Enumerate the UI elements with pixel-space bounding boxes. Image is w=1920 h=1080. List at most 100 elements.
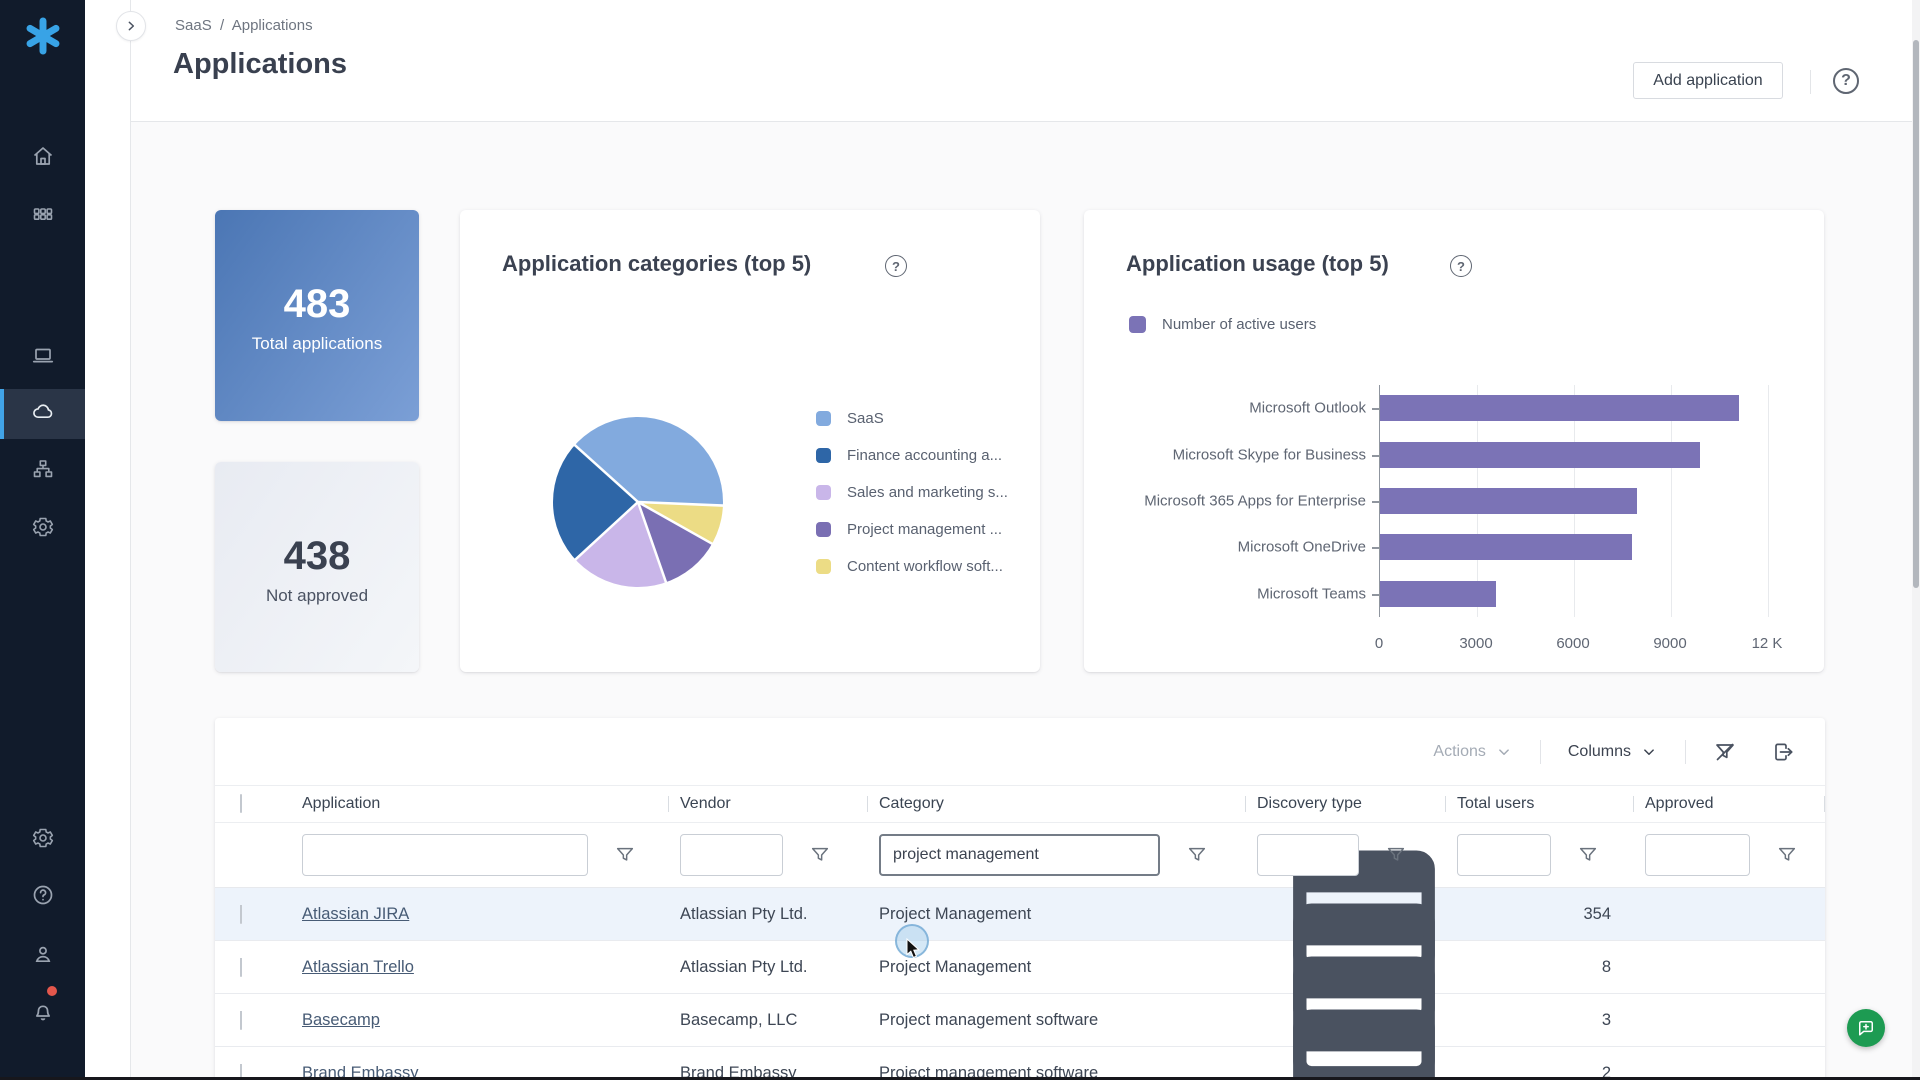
row-checkbox[interactable]	[240, 1011, 242, 1030]
sidebar-item-saas[interactable]	[0, 389, 85, 439]
bar-3[interactable]	[1380, 534, 1632, 560]
axis-tick	[1372, 594, 1379, 596]
gear-icon	[31, 826, 55, 855]
filter-input-application[interactable]	[302, 834, 588, 876]
pie-legend-item[interactable]: SaaS	[816, 400, 1008, 437]
toolbar-divider	[1685, 740, 1686, 764]
bar-0[interactable]	[1380, 395, 1739, 421]
expand-panel-button[interactable]	[116, 11, 146, 41]
bar-1[interactable]	[1380, 442, 1700, 468]
collapsed-subnav-gutter	[85, 0, 131, 1080]
column-header-vendor[interactable]: Vendor	[668, 795, 867, 813]
category-cell: Project Management	[867, 905, 1245, 924]
sidebar	[0, 0, 85, 1080]
bar-help-icon[interactable]: ?	[1450, 255, 1472, 277]
filter-input-vendor[interactable]	[680, 834, 783, 876]
breadcrumb-saas[interactable]: SaaS	[175, 17, 212, 34]
page-help-icon[interactable]: ?	[1833, 68, 1859, 94]
bar-category-label: Microsoft Outlook	[1094, 400, 1366, 417]
row-checkbox[interactable]	[240, 958, 242, 977]
legend-swatch	[816, 448, 831, 463]
table-row[interactable]: Brand EmbassyBrand EmbassyProject manage…	[215, 1047, 1825, 1080]
filter-funnel-icon[interactable]	[1385, 844, 1407, 866]
x-axis-label: 6000	[1556, 635, 1589, 652]
clear-filters-button[interactable]	[1713, 740, 1737, 764]
filter-funnel-icon[interactable]	[614, 844, 636, 866]
filter-input-category[interactable]	[879, 834, 1160, 876]
add-application-button[interactable]: Add application	[1633, 62, 1783, 99]
sidebar-item-devices[interactable]	[0, 332, 85, 382]
application-link[interactable]: Basecamp	[302, 1011, 380, 1029]
scrollbar-thumb[interactable]	[1913, 40, 1919, 588]
category-cell: Project management software	[867, 1011, 1245, 1030]
sidebar-item-admin-settings[interactable]	[0, 815, 85, 865]
axis-tick	[1372, 547, 1379, 549]
chevron-down-icon	[1495, 743, 1513, 761]
application-link[interactable]: Atlassian Trello	[302, 958, 414, 976]
pie-legend-item[interactable]: Sales and marketing s...	[816, 474, 1008, 511]
pie-legend: SaaS Finance accounting a...Sales and mar…	[816, 400, 1008, 585]
columns-label: Columns	[1568, 743, 1631, 761]
filter-cell-discovery-type	[1245, 834, 1445, 876]
sidebar-item-home[interactable]	[0, 133, 85, 183]
brand-logo-icon[interactable]	[24, 17, 62, 55]
pie-slice-separators	[553, 417, 723, 587]
sidebar-item-profile[interactable]	[0, 931, 85, 981]
table-row[interactable]: Atlassian TrelloAtlassian Pty Ltd.Projec…	[215, 941, 1825, 994]
filter-funnel-icon[interactable]	[1186, 844, 1208, 866]
cloud-icon	[31, 400, 55, 429]
header-checkbox-cell	[215, 795, 290, 813]
vendor-cell: Atlassian Pty Ltd.	[668, 905, 867, 924]
legend-swatch	[816, 559, 831, 574]
chat-fab-button[interactable]	[1847, 1009, 1885, 1047]
legend-swatch	[816, 522, 831, 537]
filter-funnel-icon[interactable]	[1577, 844, 1599, 866]
breadcrumb-applications[interactable]: Applications	[232, 17, 313, 34]
categories-pie-chart[interactable]	[553, 417, 723, 587]
page-scrollbar[interactable]	[1912, 0, 1920, 1080]
column-header-total-users[interactable]: Total users	[1445, 795, 1633, 813]
column-header-category[interactable]: Category	[867, 795, 1245, 813]
filter-cell-vendor	[668, 834, 867, 876]
actions-dropdown[interactable]: Actions	[1433, 743, 1512, 761]
select-all-checkbox[interactable]	[240, 794, 242, 813]
sidebar-item-organization[interactable]	[0, 446, 85, 496]
table-header-row: ApplicationVendorCategoryDiscovery typeT…	[215, 785, 1825, 822]
column-header-application[interactable]: Application	[290, 795, 668, 813]
column-header-discovery-type[interactable]: Discovery type	[1245, 795, 1445, 813]
table-row[interactable]: BasecampBasecamp, LLCProject management …	[215, 994, 1825, 1047]
filter-input-approved[interactable]	[1645, 834, 1750, 876]
filter-cell-application	[290, 834, 668, 876]
vendor-cell: Atlassian Pty Ltd.	[668, 958, 867, 977]
columns-dropdown[interactable]: Columns	[1568, 743, 1658, 761]
sidebar-item-help[interactable]	[0, 872, 85, 922]
x-axis-label: 0	[1375, 635, 1383, 652]
bar-4[interactable]	[1380, 581, 1496, 607]
export-button[interactable]	[1771, 740, 1795, 764]
sidebar-item-settings[interactable]	[0, 504, 85, 554]
legend-label: Content workflow soft...	[847, 558, 1003, 575]
sidebar-item-notifications[interactable]	[0, 988, 85, 1038]
sidebar-item-apps[interactable]	[0, 190, 85, 240]
row-checkbox[interactable]	[240, 905, 242, 924]
bar-2[interactable]	[1380, 488, 1637, 514]
legend-label: SaaS	[847, 410, 884, 427]
pie-help-icon[interactable]: ?	[885, 255, 907, 277]
application-link[interactable]: Atlassian JIRA	[302, 905, 409, 923]
main-content: 483 Total applications 438 Not approved …	[131, 122, 1912, 1080]
bell-icon	[31, 999, 55, 1028]
filter-input-discovery-type[interactable]	[1257, 834, 1359, 876]
filter-input-total-users[interactable]	[1457, 834, 1551, 876]
filter-funnel-icon[interactable]	[809, 844, 831, 866]
not-approved-value: 438	[215, 534, 419, 579]
x-axis-label: 12 K	[1752, 635, 1783, 652]
column-header-approved[interactable]: Approved	[1633, 795, 1825, 813]
pie-legend-item[interactable]: Finance accounting a...	[816, 437, 1008, 474]
pie-legend-item[interactable]: Content workflow soft...	[816, 548, 1008, 585]
app-window: SaaS / Applications Applications Add app…	[0, 0, 1920, 1080]
bar-gridline	[1768, 385, 1769, 617]
pie-legend-item[interactable]: Project management ...	[816, 511, 1008, 548]
table-row[interactable]: Atlassian JIRA Atlassian Pty Ltd.Project …	[215, 888, 1825, 941]
filter-funnel-icon[interactable]	[1776, 844, 1798, 866]
total-applications-value: 483	[215, 282, 419, 327]
